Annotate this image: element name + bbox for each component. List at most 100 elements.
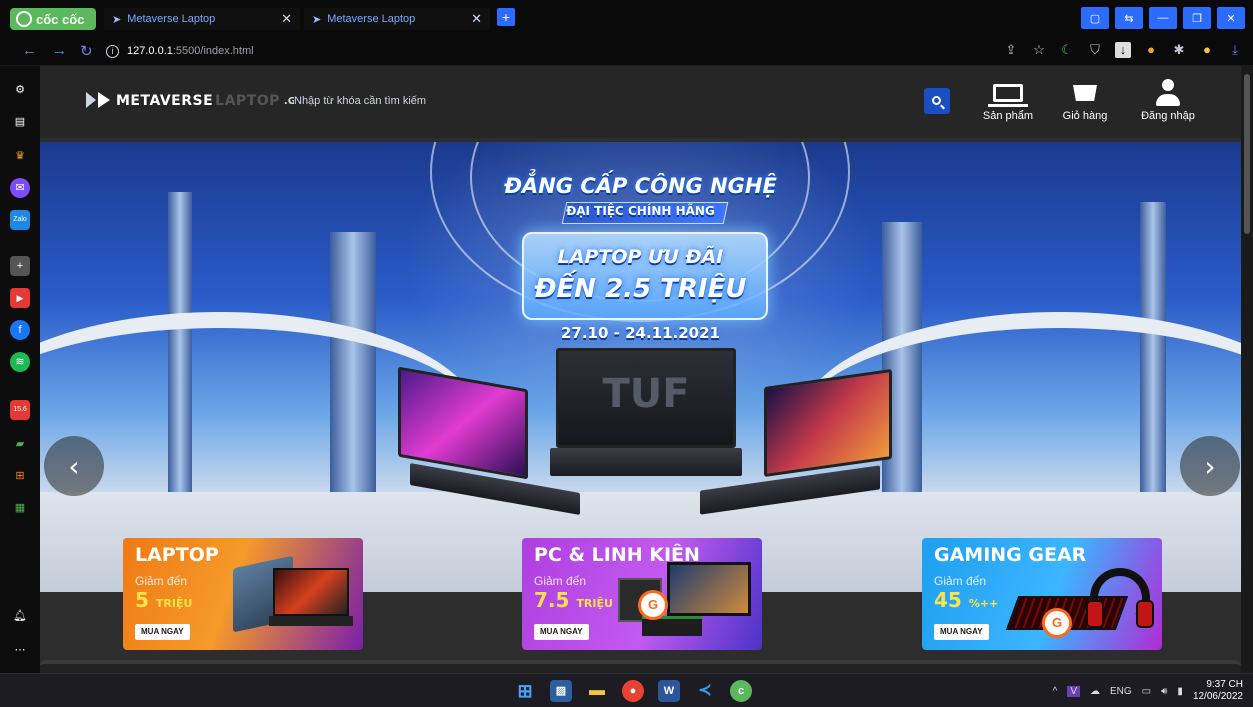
url-field[interactable]: i 127.0.0.1 :5500/index.html [106,40,966,62]
windows-start-icon[interactable]: ⊞ [514,680,536,702]
site-info-icon[interactable]: i [106,44,119,58]
battery-icon[interactable]: ▮ [1177,686,1183,697]
shield-icon[interactable]: ⛉ [1087,42,1103,58]
crown-icon[interactable]: ♛ [10,146,30,166]
promo-card-laptop[interactable]: LAPTOP Giảm đến 5 TRIỆU MUA NGAY [123,538,363,650]
buy-now-button[interactable]: MUA NGAY [934,624,989,640]
promo-subtitle: Giảm đến [934,574,987,588]
sheet-app-icon[interactable]: ▦ [10,498,30,518]
file-explorer-icon[interactable]: ▬ [586,680,608,702]
promo-amount-value: 45 [934,588,962,612]
notification-bell-icon[interactable]: 🔔︎ [10,606,30,626]
volume-icon[interactable]: 🔊︎ [1161,686,1167,697]
shopping-badge-icon[interactable]: 15.6 [10,400,30,420]
forward-icon[interactable]: → [52,42,67,59]
tab-close-icon[interactable]: ✕ [471,11,482,27]
download-ext-icon[interactable]: ↓ [1115,42,1131,58]
settings-gear-icon[interactable]: ⚙ [10,80,30,100]
promo-subtitle: Giảm đến [534,574,587,588]
profile-avatar-icon[interactable]: ● [1199,42,1215,58]
promo-amount-unit: %++ [968,597,999,610]
search-input[interactable] [294,88,914,114]
more-icon[interactable]: ⋯ [10,640,30,660]
laptop-icon [988,84,1028,107]
metaverse-logo-icon [86,90,112,112]
page-scrollbar[interactable] [1241,66,1253,673]
close-window-button[interactable]: ✕ [1217,7,1245,29]
tab-favicon-icon: ➤ [112,13,122,26]
extension-toolbar: ⇪ ☆ ☾ ⛉ ↓ ● ✱ ● ⤓ [1003,42,1243,58]
store-app-icon[interactable]: ⊞ [10,466,30,486]
facebook-icon[interactable]: f [10,320,30,340]
promo-card-pc[interactable]: PC & LINH KIỆN Giảm đến 7.5 TRIỆU MUA NG… [522,538,762,650]
tray-app-icon[interactable]: V [1067,685,1080,697]
youtube-icon[interactable]: ▶ [10,288,30,308]
hero-offer-line2: ĐẾN 2.5 TRIỆU [534,274,747,304]
url-path: :5500/index.html [172,45,254,57]
hero-banner[interactable]: ĐẲNG CẤP CÔNG NGHỆ ĐẠI TIỆC CHÍNH HÃNG L… [40,142,1241,592]
hero-laptop-right [700,369,900,528]
promo-amount-unit: TRIỆU [155,597,193,610]
promo-amount-value: 5 [135,588,149,612]
logo-text-main: METAVERSE [116,93,214,109]
reload-icon[interactable]: ↻ [80,42,93,60]
nav-cart[interactable]: Giỏ hàng [1045,78,1125,122]
taskbar-clock[interactable]: 9:37 CH 12/06/2022 [1193,679,1243,703]
word-icon[interactable]: W [658,680,680,702]
nav-login[interactable]: Đăng nhập [1128,78,1208,122]
cart-app-icon[interactable]: ▰ [10,434,30,454]
coccoc-taskbar-icon[interactable]: c [730,680,752,702]
downloads-icon[interactable]: ⤓ [1227,42,1243,58]
logo-text-faded: LAPTOP [215,93,280,109]
photos-app-icon[interactable]: ▨ [550,680,572,702]
dark-mode-icon[interactable]: ☾ [1059,42,1075,58]
url-host: 127.0.0.1 [127,45,173,57]
gift-badge-icon: G [638,590,668,620]
maximize-button[interactable]: ❐ [1183,7,1211,29]
tab-favicon-icon: ➤ [312,13,322,26]
network-icon[interactable]: ▭ [1142,686,1151,697]
buy-now-button[interactable]: MUA NGAY [135,624,190,640]
tab-close-icon[interactable]: ✕ [281,11,292,27]
browser-tab-1[interactable]: ➤ Metaverse Laptop ✕ [104,8,300,30]
puzzle-icon[interactable]: ✱ [1171,42,1187,58]
tray-cloud-icon[interactable]: ☁ [1090,686,1100,697]
spotify-icon[interactable]: ≋ [10,352,30,372]
add-sidebar-app-icon[interactable]: + [10,256,30,276]
address-bar-row: ← → ↻ i 127.0.0.1 :5500/index.html ⇪ ☆ ☾… [0,36,1253,66]
back-icon[interactable]: ← [22,42,37,59]
scrollbar-thumb[interactable] [1244,74,1250,234]
minimize-button[interactable]: — [1149,7,1177,29]
share-icon[interactable]: ⇪ [1003,42,1019,58]
vscode-icon[interactable]: ≺ [694,680,716,702]
system-tray: ^ V ☁ ENG ▭ 🔊︎ ▮ 9:37 CH 12/06/2022 [1053,679,1243,703]
browser-tab-2[interactable]: ➤ Metaverse Laptop ✕ [304,8,490,30]
sidebar-toggle-icon[interactable]: ⇆ [1115,7,1143,29]
chrome-icon[interactable]: ● [622,680,644,702]
carousel-prev-button[interactable]: ‹ [44,436,104,496]
nav-products[interactable]: Sản phẩm [968,78,1048,122]
browser-titlebar: cốc cốc ➤ Metaverse Laptop ✕ ➤ Metaverse… [0,0,1253,36]
screenshot-icon[interactable]: ▢ [1081,7,1109,29]
messenger-icon[interactable]: ✉ [10,178,30,198]
clock-time: 9:37 CH [1206,679,1243,690]
promo-title: GAMING GEAR [934,544,1087,566]
notes-icon[interactable]: ▤ [10,112,30,132]
promo-amount: 7.5 TRIỆU [534,588,613,612]
brand-label: cốc cốc [36,11,85,27]
promo-amount: 45 %++ [934,588,998,612]
carousel-next-button[interactable]: › [1180,436,1240,496]
extension-icon[interactable]: ● [1143,42,1159,58]
buy-now-button[interactable]: MUA NGAY [534,624,589,640]
new-tab-button[interactable]: + [497,8,515,26]
coccoc-menu-button[interactable]: cốc cốc [10,8,96,30]
search-button[interactable] [924,88,950,114]
promo-laptop-image [233,555,353,642]
promo-card-gaming-gear[interactable]: GAMING GEAR Giảm đến 45 %++ MUA NGAY G [922,538,1162,650]
bookmark-star-icon[interactable]: ☆ [1031,42,1047,58]
user-icon [1154,79,1182,107]
tray-chevron-icon[interactable]: ^ [1053,686,1058,697]
search-icon [931,95,941,105]
zalo-icon[interactable]: Zalo [10,210,30,230]
language-indicator[interactable]: ENG [1110,686,1132,697]
